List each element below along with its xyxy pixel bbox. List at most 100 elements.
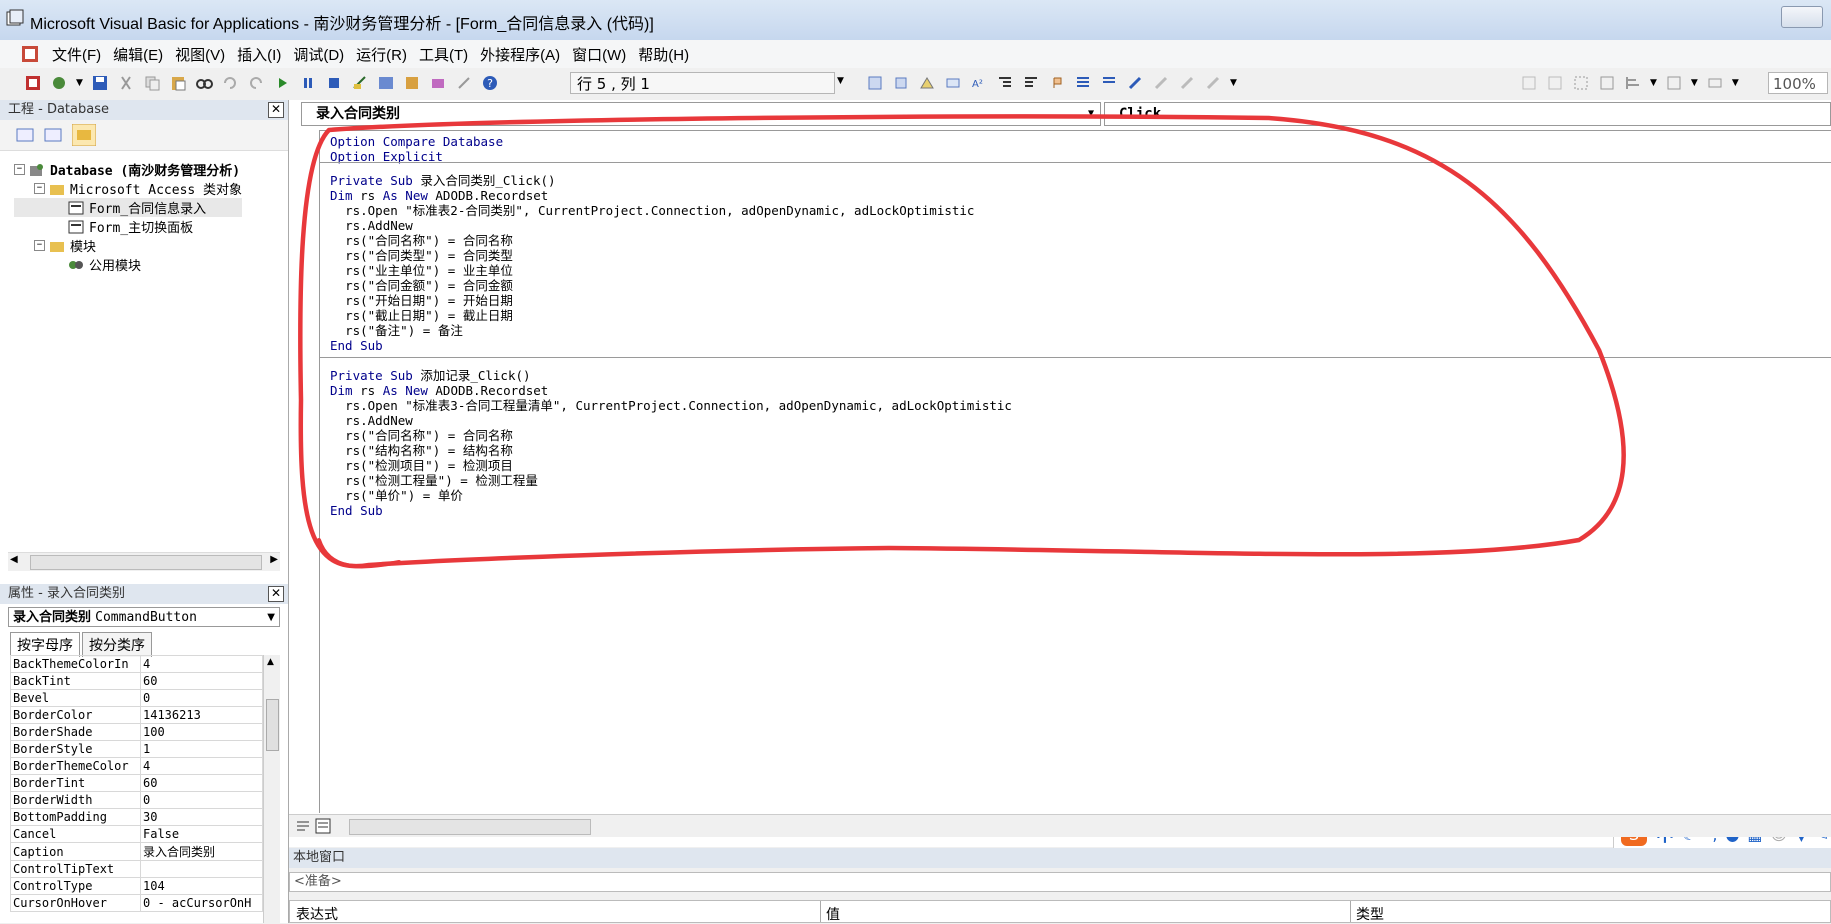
comment-block-icon[interactable] xyxy=(1074,74,1092,92)
parameter-info-icon[interactable] xyxy=(944,74,962,92)
tab-alphabetic[interactable]: 按字母序 xyxy=(10,632,80,657)
column-expression[interactable]: 表达式 xyxy=(296,904,338,924)
toolbox-icon[interactable] xyxy=(455,74,473,92)
save-icon[interactable] xyxy=(91,74,109,92)
toolbar-overflow-icon[interactable]: ▼ xyxy=(1230,78,1237,88)
minimize-button[interactable] xyxy=(1781,6,1823,28)
menu-debug[interactable]: 调试(D) xyxy=(287,44,350,65)
chevron-down-icon[interactable]: ▼ xyxy=(267,608,275,628)
code-line[interactable]: rs("开始日期") = 开始日期 xyxy=(330,293,974,308)
view-access-icon[interactable] xyxy=(24,74,42,92)
code-line[interactable]: rs.Open "标准表3-合同工程量清单", CurrentProject.C… xyxy=(330,398,1012,413)
view-object-icon[interactable] xyxy=(44,127,62,143)
code-line[interactable]: rs("检测项目") = 检测项目 xyxy=(330,458,1012,473)
chevron-down-icon[interactable]: ▼ xyxy=(1691,78,1698,88)
tree-item-form-switchboard[interactable]: Form_主切换面板 xyxy=(14,217,242,236)
code-editor[interactable]: Option Compare Database Option Explicit P… xyxy=(319,130,1831,813)
help-icon[interactable]: ? xyxy=(481,74,499,92)
menu-run[interactable]: 运行(R) xyxy=(350,44,413,65)
code-hscroll-thumb[interactable] xyxy=(349,819,591,835)
code-line[interactable]: rs("业主单位") = 业主单位 xyxy=(330,263,974,278)
bring-to-front-icon[interactable] xyxy=(1520,74,1538,92)
menu-addins[interactable]: 外接程序(A) xyxy=(474,44,566,65)
project-pane-close-button[interactable]: ✕ xyxy=(268,102,284,118)
code-line[interactable]: Option Compare Database xyxy=(330,134,503,149)
code-line[interactable]: rs("合同金额") = 合同金额 xyxy=(330,278,974,293)
property-row[interactable]: BorderColor 14136213 xyxy=(10,706,263,724)
code-line[interactable]: End Sub xyxy=(330,338,974,353)
align-icon[interactable] xyxy=(1624,74,1642,92)
access-icon[interactable] xyxy=(20,44,40,64)
full-module-view-icon[interactable] xyxy=(315,818,331,834)
code-line[interactable]: rs("合同名称") = 合同名称 xyxy=(330,233,974,248)
list-constants-icon[interactable] xyxy=(892,74,910,92)
code-declarations[interactable]: Option Compare Database Option Explicit xyxy=(330,134,503,164)
collapse-icon[interactable]: − xyxy=(34,240,45,251)
property-value[interactable]: 14136213 xyxy=(140,706,263,724)
property-row[interactable]: Caption 录入合同类别 xyxy=(10,842,263,861)
code-line[interactable]: rs("截止日期") = 截止日期 xyxy=(330,308,974,323)
break-icon[interactable] xyxy=(299,74,317,92)
zoom-box[interactable]: 100% xyxy=(1768,72,1828,94)
cut-icon[interactable] xyxy=(117,74,135,92)
quick-info-icon[interactable] xyxy=(918,74,936,92)
redo-icon[interactable] xyxy=(247,74,265,92)
property-value[interactable]: 0 xyxy=(140,791,263,809)
property-value[interactable]: 60 xyxy=(140,672,263,690)
code-procedure-2[interactable]: Private Sub 添加记录_Click() Dim rs As New AD… xyxy=(330,368,1012,518)
property-value[interactable] xyxy=(140,860,263,878)
code-line[interactable]: rs.Open "标准表2-合同类别", CurrentProject.Conn… xyxy=(330,203,974,218)
toolbar-overflow-icon[interactable]: ▼ xyxy=(837,76,844,86)
object-combo[interactable]: 录入合同类别 ▼ xyxy=(301,102,1101,126)
code-procedure-1[interactable]: Private Sub 录入合同类别_Click() Dim rs As New … xyxy=(330,173,974,353)
property-row[interactable]: BorderThemeColor 4 xyxy=(10,757,263,775)
menu-file[interactable]: 文件(F) xyxy=(46,44,107,65)
find-icon[interactable] xyxy=(195,74,213,92)
outdent-icon[interactable] xyxy=(1022,74,1040,92)
property-row[interactable]: BorderStyle 1 xyxy=(10,740,263,758)
property-row[interactable]: ControlTipText xyxy=(10,860,263,878)
copy-icon[interactable] xyxy=(143,74,161,92)
procedure-view-icon[interactable] xyxy=(295,818,311,834)
properties-pane-close-button[interactable]: ✕ xyxy=(268,586,284,602)
project-explorer-icon[interactable] xyxy=(377,74,395,92)
code-line[interactable]: rs.AddNew xyxy=(330,218,974,233)
toggle-breakpoint-icon[interactable] xyxy=(1048,74,1066,92)
collapse-icon[interactable]: − xyxy=(34,183,45,194)
previous-bookmark-icon[interactable] xyxy=(1178,74,1196,92)
chevron-down-icon[interactable]: ▼ xyxy=(1650,78,1657,88)
property-row[interactable]: ControlType 104 xyxy=(10,877,263,895)
tree-item-form-contract[interactable]: Form_合同信息录入 xyxy=(14,198,243,217)
code-line[interactable]: Private Sub 添加记录_Click() xyxy=(330,368,1012,383)
properties-icon[interactable] xyxy=(403,74,421,92)
toggle-bookmark-icon[interactable] xyxy=(1126,74,1144,92)
list-properties-icon[interactable] xyxy=(866,74,884,92)
chevron-down-icon[interactable]: ▼ xyxy=(1088,103,1094,125)
scroll-thumb[interactable] xyxy=(30,555,262,570)
scroll-thumb[interactable] xyxy=(266,699,279,751)
menu-window[interactable]: 窗口(W) xyxy=(566,44,632,65)
property-row[interactable]: BackThemeColorIn 4 xyxy=(10,655,263,673)
column-value[interactable]: 值 xyxy=(826,904,840,924)
ungroup-icon[interactable] xyxy=(1598,74,1616,92)
scroll-left-icon[interactable]: ◀ xyxy=(10,554,18,565)
menu-insert[interactable]: 插入(I) xyxy=(231,44,287,65)
property-row[interactable]: BottomPadding 30 xyxy=(10,808,263,826)
group-icon[interactable] xyxy=(1572,74,1590,92)
object-selector[interactable]: 录入合同类别 CommandButton ▼ xyxy=(8,607,280,627)
tree-folder-classes[interactable]: − Microsoft Access 类对象 xyxy=(14,179,242,198)
procedure-combo[interactable]: Click xyxy=(1104,102,1831,126)
property-value[interactable]: False xyxy=(140,825,263,843)
make-same-size-icon[interactable] xyxy=(1706,74,1724,92)
indent-icon[interactable] xyxy=(996,74,1014,92)
property-value[interactable]: 4 xyxy=(140,655,263,673)
tree-folder-modules[interactable]: − 模块 xyxy=(14,236,242,255)
scroll-right-icon[interactable]: ▶ xyxy=(270,554,278,565)
property-value[interactable]: 4 xyxy=(140,757,263,775)
property-row[interactable]: BorderTint 60 xyxy=(10,774,263,792)
code-line[interactable]: rs("合同类型") = 合同类型 xyxy=(330,248,974,263)
property-value[interactable]: 104 xyxy=(140,877,263,895)
property-value[interactable]: 0 - acCursorOnH xyxy=(140,894,263,912)
code-line[interactable]: rs("单价") = 单价 xyxy=(330,488,1012,503)
menu-edit[interactable]: 编辑(E) xyxy=(107,44,169,65)
